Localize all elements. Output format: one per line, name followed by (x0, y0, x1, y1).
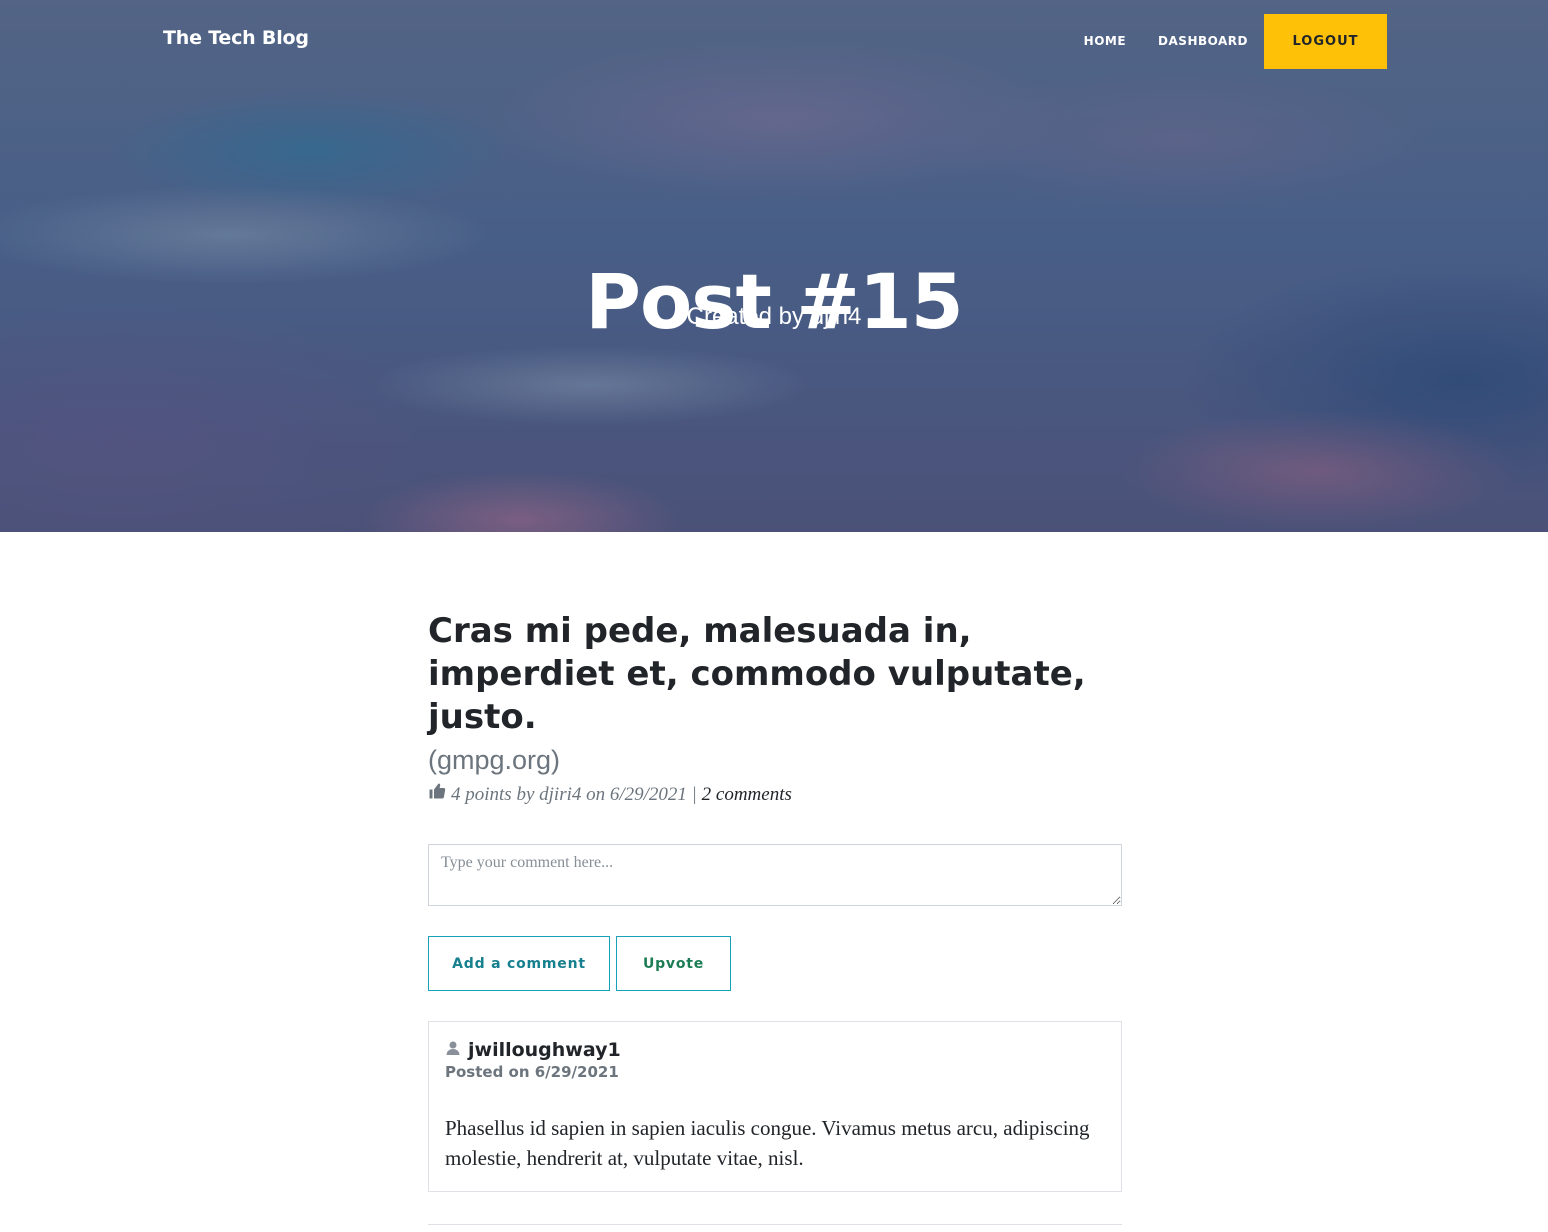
upvote-button[interactable]: Upvote (616, 936, 731, 991)
comment-divider (428, 1224, 1122, 1225)
user-icon (445, 1038, 468, 1062)
post-actions: Add a comment Upvote (428, 936, 1122, 991)
comments-count-link[interactable]: 2 comments (702, 782, 792, 808)
comment-author-name: jwilloughway1 (468, 1039, 621, 1061)
logout-button[interactable]: LOGOUT (1264, 14, 1387, 69)
comment-card: jwilloughway1 Posted on 6/29/2021 Phasel… (428, 1021, 1122, 1192)
thumbs-up-icon (428, 782, 451, 808)
post-domain: (gmpg.org) (428, 745, 561, 775)
post-content: Cras mi pede, malesuada in, imperdiet et… (428, 610, 1122, 1192)
nav-dashboard-link[interactable]: DASHBOARD (1142, 14, 1264, 69)
main-nav: HOME DASHBOARD LOGOUT (1068, 14, 1387, 69)
post-title: Cras mi pede, malesuada in, imperdiet et… (428, 611, 1086, 737)
page-title: Post #15 (585, 256, 963, 346)
comment-body: Phasellus id sapien in sapien iaculis co… (445, 1116, 1090, 1170)
nav-home-link[interactable]: HOME (1068, 14, 1142, 69)
page-subtitle: Created by djiri4 (686, 303, 862, 330)
post-points-text: 4 points by djiri4 on 6/29/2021 | (451, 784, 697, 805)
post-meta: 4 points by djiri4 on 6/29/2021 | 2 comm… (428, 782, 1122, 808)
brand-logo-link[interactable]: The Tech Blog (163, 27, 309, 49)
add-comment-button[interactable]: Add a comment (428, 936, 610, 991)
comment-author: jwilloughway1 (445, 1038, 1105, 1062)
hero-header: The Tech Blog HOME DASHBOARD LOGOUT Post… (0, 0, 1548, 532)
comment-input[interactable] (428, 844, 1122, 906)
comment-date: Posted on 6/29/2021 (445, 1063, 619, 1081)
